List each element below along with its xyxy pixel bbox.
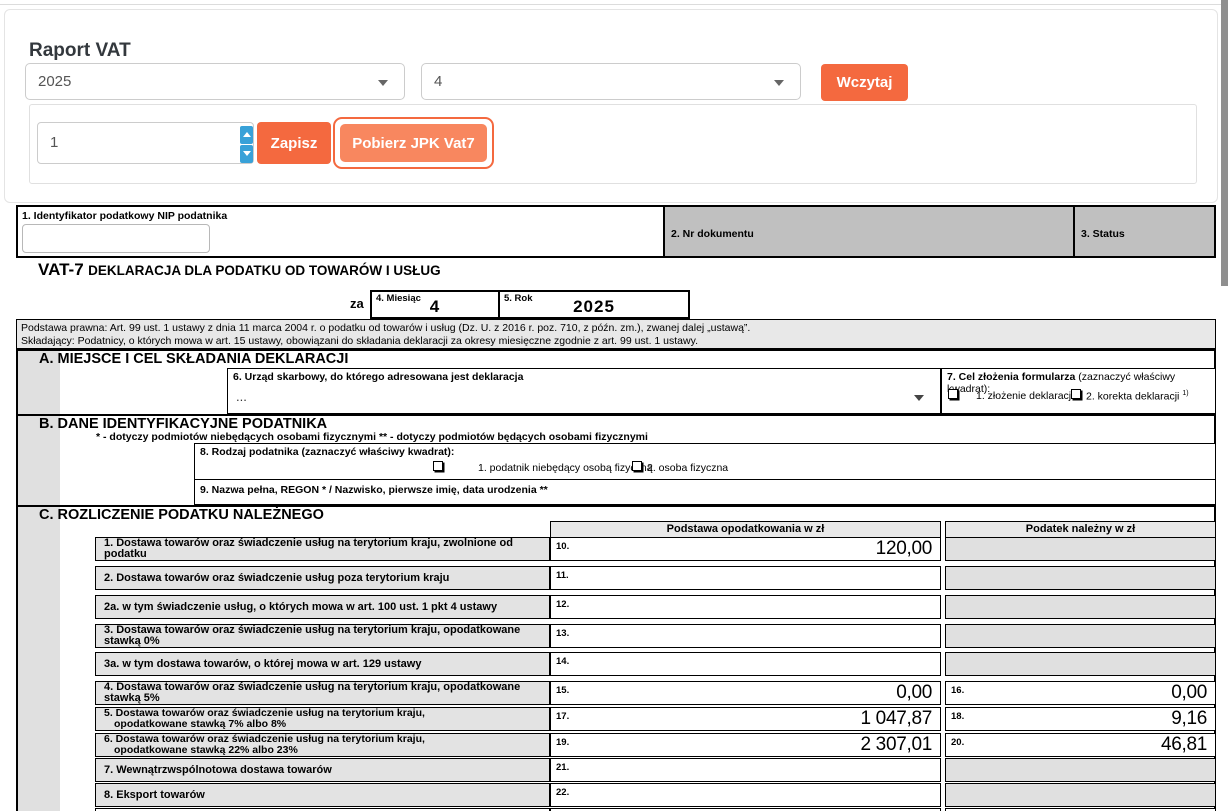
row-label: 8. Eksport towarów xyxy=(95,783,550,807)
tax-amount-cell-disabled xyxy=(945,595,1216,619)
tax-amount-cell-disabled xyxy=(945,783,1216,807)
top-divider xyxy=(0,4,1221,5)
purpose-option2-checkbox[interactable] xyxy=(1071,389,1081,399)
section-b-note: * - dotyczy podmiotów niebędących osobam… xyxy=(96,431,648,443)
purpose-option2-label: 2. korekta deklaracji 1) xyxy=(1086,390,1189,403)
month-cell: 4. Miesiąc 4 xyxy=(372,292,500,317)
form-code: VAT-7 xyxy=(38,260,84,279)
row-label: 7. Wewnątrzwspólnotowa dostawa towarów xyxy=(95,758,550,782)
doc-number-cell: 2. Nr dokumentu xyxy=(663,207,1073,256)
form-header-row: 1. Identyfikator podatkowy NIP podatnika… xyxy=(16,205,1216,258)
save-button[interactable]: Zapisz xyxy=(257,122,331,164)
tax-office-select[interactable] xyxy=(228,369,940,413)
legal-basis: Podstawa prawna: Art. 99 ust. 1 ustawy z… xyxy=(16,319,1216,349)
year-select-value: 2025 xyxy=(38,73,71,90)
full-name-cell[interactable]: 9. Nazwa pełna, REGON * / Nazwisko, pier… xyxy=(194,479,1216,505)
download-jpk-button[interactable]: Pobierz JPK Vat7 xyxy=(340,124,487,162)
base-amount-cell[interactable]: 12. xyxy=(550,595,941,619)
doc-number-label: 2. Nr dokumentu xyxy=(671,228,754,240)
form-title: VAT-7 DEKLARACJA DLA PODATKU OD TOWARÓW … xyxy=(38,260,441,280)
base-amount-cell[interactable]: 17.1 047,87 xyxy=(550,707,941,731)
row-label: 4. Dostawa towarów oraz świadczenie usłu… xyxy=(95,681,550,705)
row-label: 2. Dostawa towarów oraz świadczenie usłu… xyxy=(95,566,550,590)
row-number-input[interactable]: 1 xyxy=(37,122,254,164)
tax-amount-cell[interactable]: 16.0,00 xyxy=(945,681,1216,705)
month-select[interactable]: 4 xyxy=(421,63,801,100)
row-label: 3a. w tym dostawa towarów, o której mowa… xyxy=(95,652,550,676)
base-amount-cell[interactable]: 11. xyxy=(550,566,941,590)
legal-line-1: Podstawa prawna: Art. 99 ust. 1 ustawy z… xyxy=(21,322,1215,335)
vertical-scrollbar[interactable] xyxy=(1221,0,1228,286)
purpose-option1-label: 1. złożenie deklaracji xyxy=(976,390,1073,402)
stepper-up-button[interactable] xyxy=(240,126,253,144)
period-box: 4. Miesiąc 4 5. Rok 2025 xyxy=(370,290,690,319)
base-amount-cell[interactable]: 13. xyxy=(550,624,941,648)
chevron-down-icon xyxy=(774,80,784,86)
year-value: 2025 xyxy=(500,297,688,317)
month-value: 4 xyxy=(372,297,498,317)
month-select-value: 4 xyxy=(434,73,442,90)
base-amount-cell[interactable]: 22. xyxy=(550,783,941,807)
tax-amount-cell-disabled xyxy=(945,624,1216,648)
year-cell: 5. Rok 2025 xyxy=(500,292,688,317)
purpose-option1-checkbox[interactable] xyxy=(948,389,958,399)
tax-amount-cell-disabled xyxy=(945,537,1216,561)
tax-amount-cell-disabled xyxy=(945,652,1216,676)
taxpayer-option1-checkbox[interactable] xyxy=(433,461,443,471)
section-c-header: C. ROZLICZENIE PODATKU NALEŻNEGO xyxy=(39,507,324,523)
page-title: Raport VAT xyxy=(29,40,131,62)
nip-input[interactable] xyxy=(22,224,210,253)
taxpayer-option2-label: 2. osoba fizyczna xyxy=(647,462,728,474)
taxpayer-option1-label: 1. podatnik niebędący osobą fizyczną xyxy=(478,462,653,474)
chevron-down-icon xyxy=(243,151,251,156)
stepper-down-button[interactable] xyxy=(240,145,253,163)
row-label: 5. Dostawa towarów oraz świadczenie usłu… xyxy=(95,707,550,731)
row-label: 2a. w tym świadczenie usług, o których m… xyxy=(95,595,550,619)
nip-label: 1. Identyfikator podatkowy NIP podatnika xyxy=(22,210,227,222)
row-label: 1. Dostawa towarów oraz świadczenie usłu… xyxy=(95,537,550,561)
tax-amount-cell-disabled xyxy=(945,566,1216,590)
base-amount-cell[interactable]: 10.120,00 xyxy=(550,537,941,561)
taxpayer-type-label: 8. Rodzaj podatnika (zaznaczyć właściwy … xyxy=(200,446,454,458)
za-label: za xyxy=(350,296,364,311)
section-b-header: B. DANE IDENTYFIKACYJNE PODATNIKA xyxy=(39,416,327,432)
status-cell: 3. Status xyxy=(1073,207,1214,256)
chevron-down-icon xyxy=(378,80,388,86)
legal-line-2: Składający: Podatnicy, o których mowa w … xyxy=(21,335,1215,348)
report-panel: Raport VAT 2025 4 Wczytaj 1 Zapisz Pobie… xyxy=(4,9,1218,203)
purpose-cell: 7. Cel złożenia formularza (zaznaczyć wł… xyxy=(941,368,1216,414)
taxpayer-type-cell: 8. Rodzaj podatnika (zaznaczyć właściwy … xyxy=(194,443,1216,480)
row-label: 6. Dostawa towarów oraz świadczenie usłu… xyxy=(95,733,550,757)
form-title-text: DEKLARACJA DLA PODATKU OD TOWARÓW I USŁU… xyxy=(88,263,441,278)
download-jpk-button-focus-ring: Pobierz JPK Vat7 xyxy=(333,117,494,169)
chevron-up-icon xyxy=(243,132,251,137)
row-number-value: 1 xyxy=(50,134,58,151)
tax-office-cell: 6. Urząd skarbowy, do którego adresowana… xyxy=(227,368,941,414)
base-amount-cell[interactable]: 15.0,00 xyxy=(550,681,941,705)
section-a-header: A. MIEJSCE I CEL SKŁADANIA DEKLARACJI xyxy=(39,351,348,367)
base-amount-cell[interactable]: 14. xyxy=(550,652,941,676)
load-button[interactable]: Wczytaj xyxy=(821,64,908,101)
base-amount-cell[interactable]: 21. xyxy=(550,758,941,782)
col1-header: Podstawa opodatkowania w zł xyxy=(550,521,941,538)
tax-amount-cell-disabled xyxy=(945,758,1216,782)
taxpayer-option2-checkbox[interactable] xyxy=(632,461,642,471)
status-label: 3. Status xyxy=(1081,228,1125,240)
col2-header: Podatek należny w zł xyxy=(945,521,1216,538)
year-select[interactable]: 2025 xyxy=(25,63,405,100)
row-label: 3. Dostawa towarów oraz świadczenie usłu… xyxy=(95,624,550,648)
tax-amount-cell[interactable]: 20.46,81 xyxy=(945,733,1216,757)
base-amount-cell[interactable]: 19.2 307,01 xyxy=(550,733,941,757)
tax-amount-cell[interactable]: 18.9,16 xyxy=(945,707,1216,731)
vat-report-page: Raport VAT 2025 4 Wczytaj 1 Zapisz Pobie… xyxy=(0,0,1228,811)
full-name-label: 9. Nazwa pełna, REGON * / Nazwisko, pier… xyxy=(200,484,548,496)
